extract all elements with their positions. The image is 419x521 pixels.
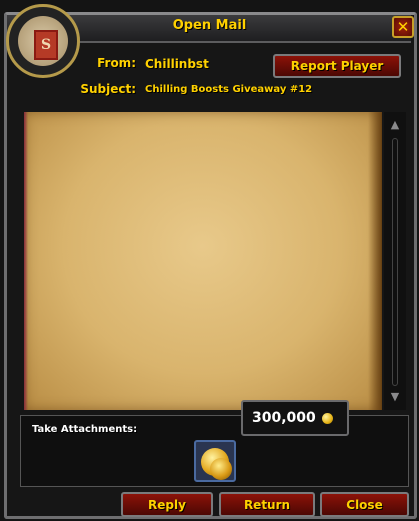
scroll-up-icon[interactable]: ▲	[387, 118, 403, 132]
reply-button[interactable]: Reply	[121, 492, 213, 517]
gold-amount: 300,000	[252, 410, 316, 426]
return-button[interactable]: Return	[219, 492, 315, 517]
open-mail-window: Open Mail ✕ S From: Chillinbst Report Pl…	[0, 0, 419, 521]
take-attachments-label: Take Attachments:	[32, 424, 138, 435]
close-icon: ✕	[396, 17, 410, 36]
mail-body	[24, 112, 381, 410]
gold-attachment[interactable]: 300,000	[241, 400, 349, 436]
scroll-track[interactable]	[392, 138, 398, 386]
subject-text: Chilling Boosts Giveaway #12	[145, 84, 313, 95]
gold-coin-icon	[321, 412, 333, 424]
close-button[interactable]: Close	[320, 492, 409, 517]
scroll-down-icon[interactable]: ▼	[387, 390, 403, 404]
report-player-button[interactable]: Report Player	[273, 54, 401, 78]
seal-icon: S	[34, 30, 58, 60]
attachment-item-slot[interactable]	[194, 440, 236, 482]
sender-name: Chillinbst	[145, 57, 209, 71]
subject-label: Subject:	[80, 82, 136, 96]
from-label: From:	[97, 56, 136, 70]
gold-coin-icon	[210, 458, 232, 480]
close-window-button[interactable]: ✕	[392, 16, 414, 38]
mail-body-scrollbar[interactable]: ▲ ▼	[384, 112, 406, 410]
parchment-edge	[24, 112, 28, 410]
parchment-torn-edge	[368, 112, 382, 410]
